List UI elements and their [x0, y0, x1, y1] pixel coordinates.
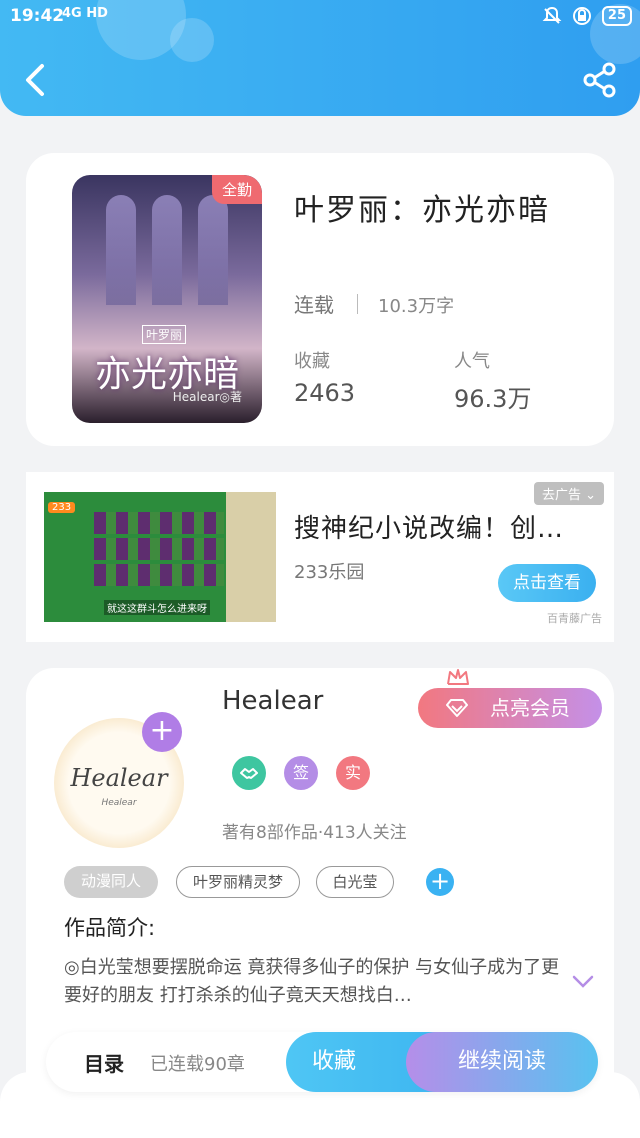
ad-art — [94, 512, 224, 534]
vip-button[interactable]: 点亮会员 — [418, 688, 602, 728]
follow-button[interactable]: + — [142, 712, 182, 752]
ad-title: 搜神纪小说改编！创… — [294, 514, 565, 544]
cover-window-art — [152, 195, 182, 305]
share-icon[interactable] — [582, 62, 618, 98]
intro-label: 作品简介: — [64, 916, 156, 940]
signed-medal[interactable]: 签 — [284, 756, 318, 790]
favorites-value: 2463 — [294, 379, 356, 407]
top-header: 19:42 4G HD 25 — [0, 0, 640, 116]
cover-window-art — [106, 195, 136, 305]
cover-window-art — [198, 195, 228, 305]
verified-medal[interactable]: 实 — [336, 756, 370, 790]
back-arrow-icon[interactable] — [18, 60, 52, 100]
remove-ad-label: 去广告 — [541, 488, 581, 503]
avatar-signature: Healear — [70, 764, 168, 792]
status-right: 25 — [542, 6, 632, 26]
expand-chevron-icon[interactable] — [572, 974, 594, 990]
cover-author: Healear◎著 — [172, 390, 242, 404]
ad-art — [226, 492, 276, 622]
lock-rotation-icon — [572, 7, 591, 25]
cover-series: 叶罗丽 — [142, 325, 187, 344]
bell-muted-icon — [542, 6, 562, 24]
network-indicator: 4G HD — [62, 6, 108, 21]
tag-item[interactable]: 动漫同人 — [64, 866, 158, 898]
ad-art — [94, 538, 224, 560]
ad-source: 233乐园 — [294, 562, 365, 583]
status-time: 19:42 — [10, 6, 65, 26]
ad-view-button[interactable]: 点击查看 — [498, 564, 596, 602]
popularity-value: 96.3万 — [454, 385, 532, 413]
bottom-action-bar: 目录 已连载90章 收藏 继续阅读 — [46, 1032, 598, 1092]
toc-button[interactable]: 目录 — [84, 1048, 124, 1077]
ad-art — [94, 564, 224, 586]
serial-status: 连载 — [294, 293, 334, 317]
author-name[interactable]: Healear — [222, 686, 323, 716]
status-bar: 19:42 4G HD 25 — [0, 4, 640, 30]
word-count: 10.3万字 — [378, 296, 455, 317]
avatar-signature-small: Healear — [101, 798, 137, 808]
ad-image[interactable]: 233 就这这群斗怎么进来呀 — [44, 492, 276, 622]
vip-label: 点亮会员 — [490, 696, 570, 720]
add-tag-button[interactable]: + — [426, 868, 454, 896]
ad-banner[interactable]: 233 就这这群斗怎么进来呀 去广告 ⌄ 搜神纪小说改编！创… 233乐园 点击… — [26, 472, 614, 642]
popularity-label: 人气 — [454, 351, 490, 372]
full-attendance-badge: 全勤 — [211, 175, 262, 204]
book-info-card: 叶罗丽 亦光亦暗 Healear◎著 全勤 叶罗丽：亦光亦暗 连载 10.3万字… — [26, 153, 614, 446]
ad-image-tag: 233 — [48, 502, 76, 513]
ad-image-caption: 就这这群斗怎么进来呀 — [104, 600, 210, 615]
handshake-medal-icon[interactable] — [232, 756, 266, 790]
continue-reading-button[interactable]: 继续阅读 — [406, 1032, 598, 1092]
crown-icon — [447, 669, 469, 685]
tag-item[interactable]: 白光莹 — [316, 866, 394, 898]
favorites-label: 收藏 — [294, 351, 330, 372]
remove-ad-button[interactable]: 去广告 ⌄ — [533, 482, 604, 505]
ad-provider-note: 百青藤广告 — [547, 612, 602, 625]
tag-item[interactable]: 叶罗丽精灵梦 — [176, 866, 300, 898]
chevron-down-icon: ⌄ — [585, 488, 596, 503]
battery-indicator: 25 — [601, 6, 632, 26]
diamond-icon — [446, 699, 468, 717]
intro-text: ◎白光莹想要摆脱命运 竟获得多仙子的保护 与女仙子成为了更要好的朋友 打打杀杀的… — [64, 957, 560, 1006]
book-cover[interactable]: 叶罗丽 亦光亦暗 Healear◎著 全勤 — [72, 175, 262, 423]
divider — [357, 294, 358, 314]
works-info: 著有8部作品·413人关注 — [222, 823, 407, 843]
chapter-count[interactable]: 已连载90章 — [150, 1050, 245, 1076]
handshake-icon — [240, 768, 258, 779]
book-title: 叶罗丽：亦光亦暗 — [294, 193, 550, 228]
